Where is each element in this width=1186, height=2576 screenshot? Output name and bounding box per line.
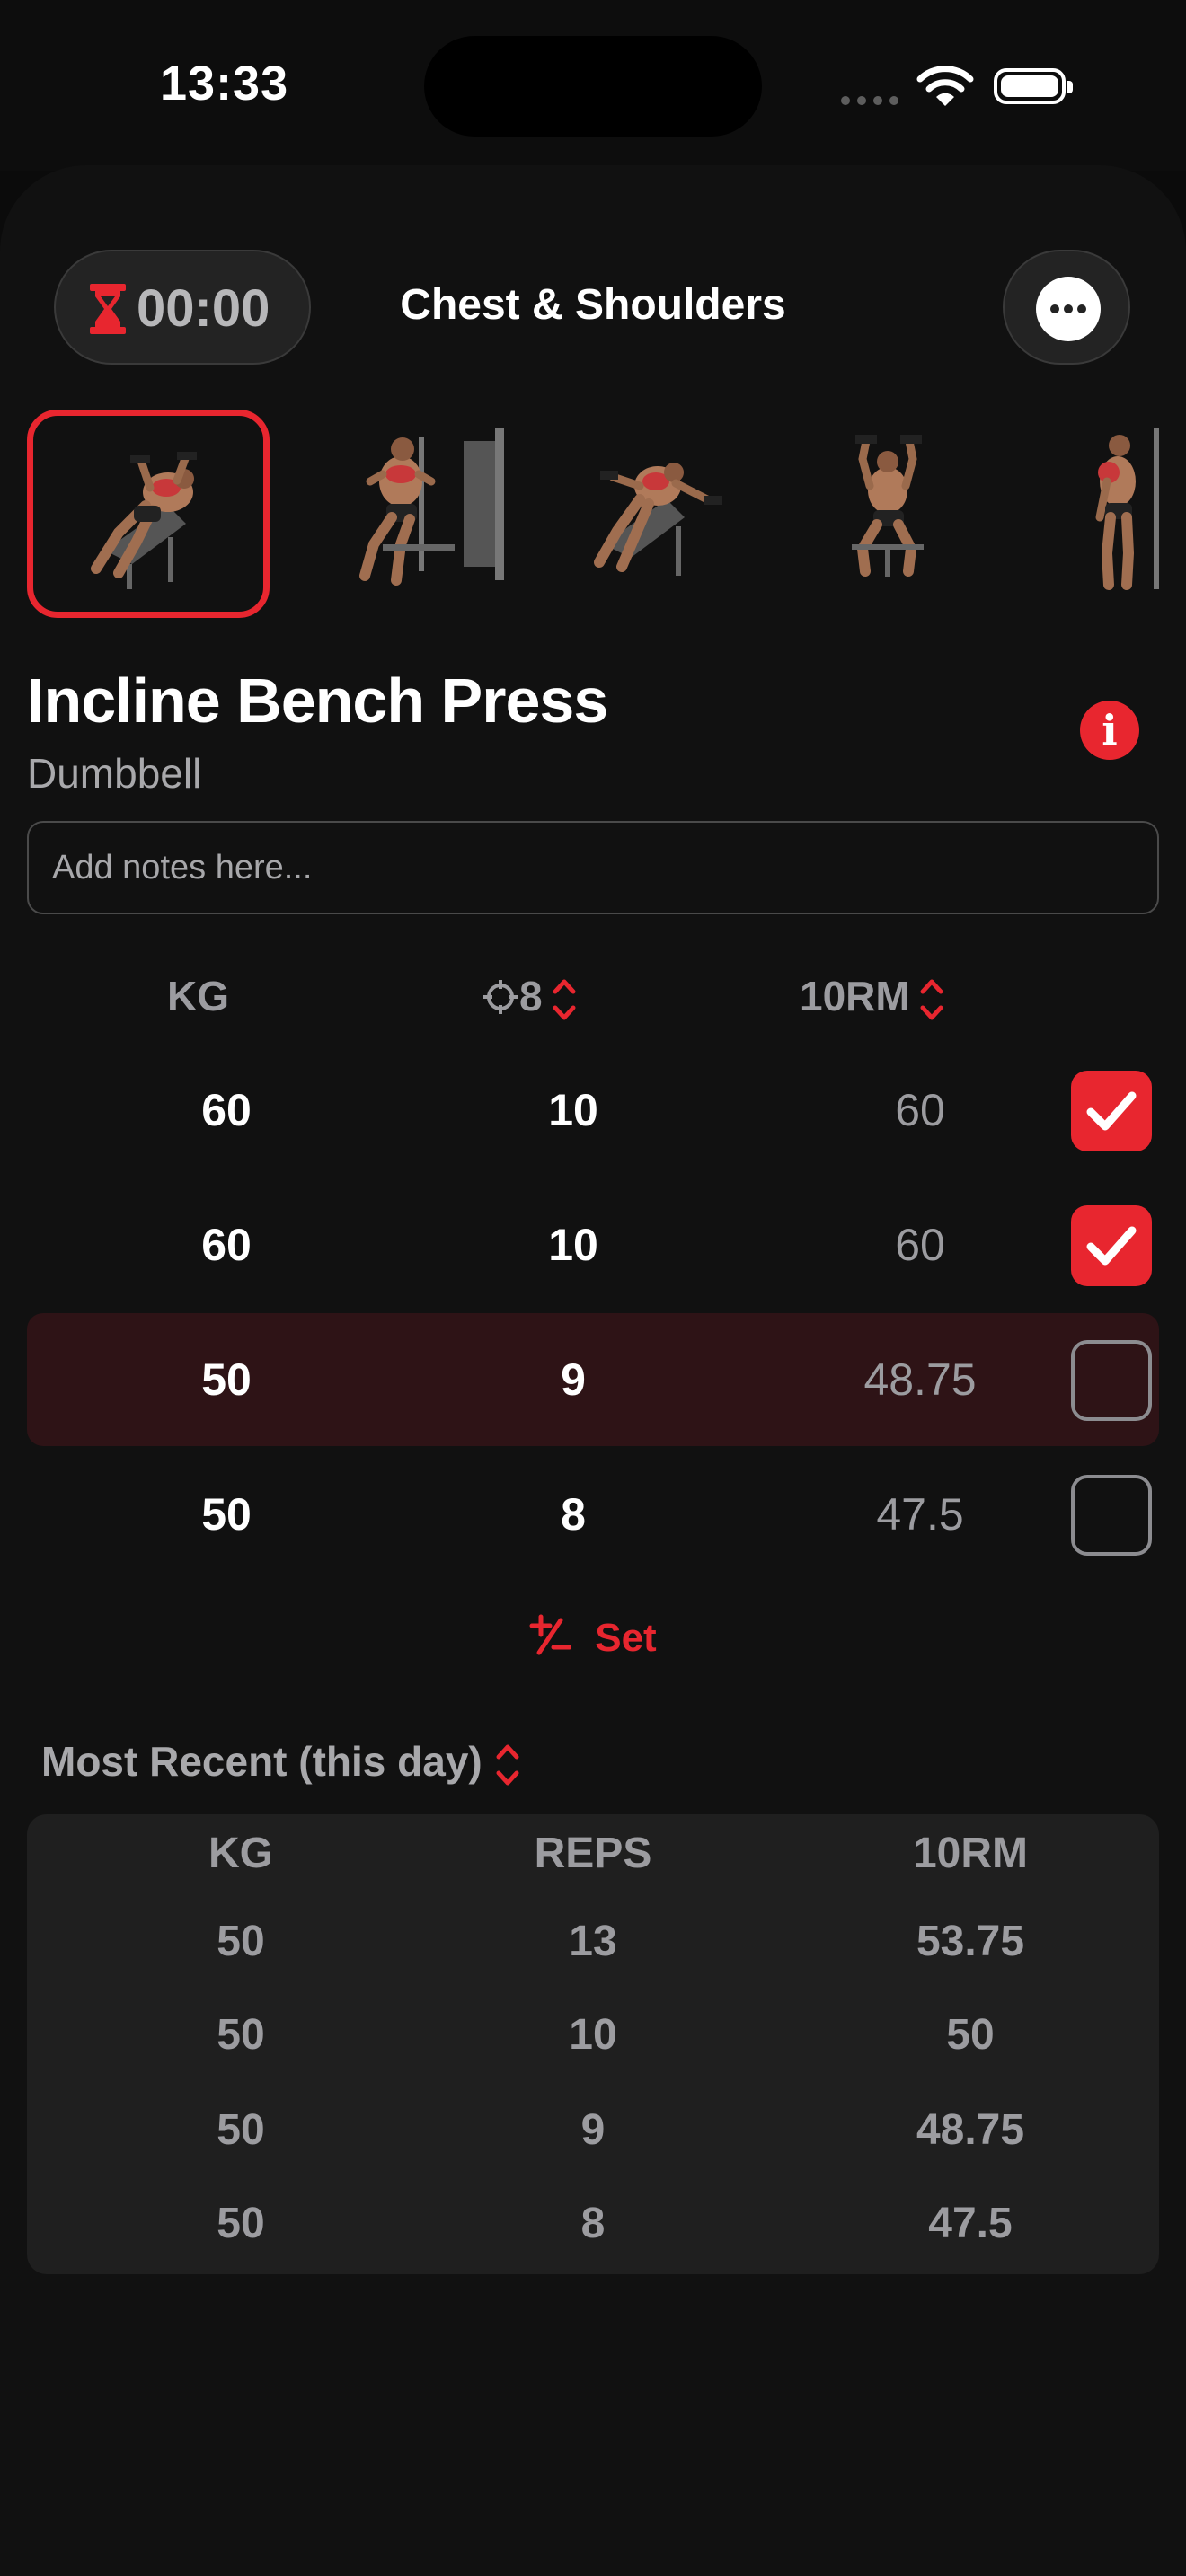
set-row[interactable]: 50 8 47.5 [27, 1448, 1159, 1581]
exercise-thumbnail[interactable] [550, 410, 792, 618]
weight-column-header: KG [167, 973, 229, 1019]
target-icon [483, 980, 518, 1014]
history-rm: 53.75 [916, 1918, 1025, 1965]
set-rm: 60 [895, 1085, 945, 1135]
incline-press-figure-icon [91, 452, 197, 589]
history-reps: 10 [569, 2011, 617, 2059]
exercise-equipment: Dumbbell [27, 750, 202, 797]
set-complete-checkbox[interactable] [1071, 1071, 1152, 1151]
exercise-name: Incline Bench Press [27, 666, 608, 736]
set-complete-checkbox[interactable] [1071, 1340, 1152, 1421]
status-time: 13:33 [160, 57, 289, 110]
machine-press-figure-icon [359, 428, 504, 586]
history-rm: 50 [946, 2011, 995, 2059]
history-kg: 50 [217, 2106, 265, 2154]
sort-icon [920, 979, 943, 1020]
history-reps: 9 [580, 2106, 606, 2154]
add-set-label: Set [595, 1616, 657, 1660]
set-weight[interactable]: 60 [92, 1178, 361, 1311]
history-reps: 8 [580, 2200, 606, 2247]
history-sort-selector[interactable]: Most Recent (this day) [41, 1737, 520, 1789]
history-title: Most Recent (this day) [41, 1738, 482, 1785]
sort-icon [553, 979, 576, 1020]
history-header-rm: 10RM [912, 1830, 1029, 1877]
history-kg: 50 [217, 2200, 265, 2247]
set-row[interactable]: 60 10 60 [27, 1178, 1159, 1311]
set-reps[interactable]: 8 [438, 1448, 708, 1581]
more-button[interactable] [1003, 250, 1130, 365]
history-rm: 48.75 [916, 2106, 1025, 2154]
history-header-kg: KG [208, 1830, 273, 1877]
exercise-thumbnail[interactable] [320, 410, 562, 618]
cable-figure-icon [1095, 428, 1159, 590]
set-reps[interactable]: 10 [438, 1178, 708, 1311]
history-header-reps: REPS [534, 1830, 652, 1877]
checkmark-icon [1086, 1091, 1137, 1131]
set-reps[interactable]: 10 [438, 1044, 708, 1177]
cellular-signal-icon [841, 93, 906, 110]
set-row-active[interactable]: 50 9 48.75 [27, 1313, 1159, 1446]
exercise-thumbnail[interactable] [780, 410, 1022, 618]
info-icon[interactable]: i [1080, 701, 1139, 760]
history-kg: 50 [217, 1918, 265, 1965]
checkmark-icon [1086, 1226, 1137, 1266]
notes-input[interactable] [27, 821, 1159, 914]
more-icon [1036, 277, 1101, 341]
set-weight[interactable]: 60 [92, 1044, 361, 1177]
wifi-icon [916, 66, 974, 106]
history-reps: 13 [569, 1918, 617, 1965]
set-complete-checkbox[interactable] [1071, 1475, 1152, 1556]
set-row[interactable]: 60 10 60 [27, 1044, 1159, 1177]
target-reps-value: 8 [519, 973, 543, 1019]
set-weight[interactable]: 50 [92, 1448, 361, 1581]
battery-icon [994, 68, 1073, 104]
set-complete-checkbox[interactable] [1071, 1205, 1152, 1286]
incline-fly-figure-icon [594, 463, 722, 576]
history-kg: 50 [217, 2011, 265, 2059]
rm-column-header[interactable]: 10RM [800, 972, 944, 1024]
exercise-thumbnail[interactable] [1010, 410, 1186, 618]
exercise-carousel[interactable] [0, 406, 1186, 622]
dynamic-island [424, 36, 762, 137]
plus-minus-icon [529, 1614, 572, 1655]
target-reps-header[interactable]: 8 [482, 972, 577, 1024]
status-bar: 13:33 [0, 0, 1186, 171]
exercise-thumbnail[interactable] [27, 410, 270, 618]
add-remove-set-button[interactable]: Set [528, 1613, 657, 1661]
sort-icon [496, 1744, 519, 1786]
set-reps[interactable]: 9 [438, 1313, 708, 1446]
rm-header-label: 10RM [800, 973, 910, 1019]
set-rm: 48.75 [863, 1354, 977, 1405]
set-rm: 60 [895, 1220, 945, 1270]
history-rm: 47.5 [928, 2200, 1013, 2247]
shoulder-press-figure-icon [852, 435, 924, 577]
history-table: KG REPS 10RM 50 13 53.75 50 10 50 50 9 4… [27, 1814, 1159, 2274]
set-rm: 47.5 [876, 1489, 964, 1539]
set-weight[interactable]: 50 [92, 1313, 361, 1446]
